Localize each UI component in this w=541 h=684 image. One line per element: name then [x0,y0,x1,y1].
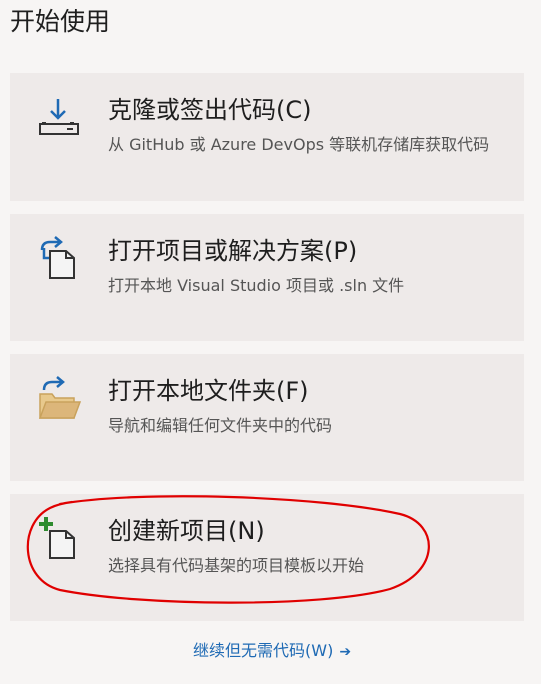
start-page: 开始使用 克隆或签出代码(C) 从 GitHub 或 Azure DevOps … [0,0,541,684]
card-title: 克隆或签出代码(C) [108,96,312,124]
continue-without-code-link[interactable]: 继续但无需代码(W) ➔ [193,640,351,663]
card-description: 从 GitHub 或 Azure DevOps 等联机存储库获取代码 [108,135,490,154]
new-project-card[interactable]: 创建新项目(N) 选择具有代码基架的项目模板以开始 [10,494,524,621]
open-folder-icon [36,376,84,424]
continue-label: 继续但无需代码(W) [193,641,334,660]
card-description: 选择具有代码基架的项目模板以开始 [108,556,365,575]
card-description: 打开本地 Visual Studio 项目或 .sln 文件 [108,276,405,295]
card-title: 创建新项目(N) [108,517,265,545]
card-title: 打开本地文件夹(F) [108,377,309,405]
clone-download-icon [36,95,84,143]
card-title: 打开项目或解决方案(P) [108,237,358,265]
new-project-icon [36,514,84,562]
arrow-right-icon: ➔ [339,644,352,660]
open-project-icon [36,234,84,282]
open-project-card[interactable]: 打开项目或解决方案(P) 打开本地 Visual Studio 项目或 .sln… [10,214,524,341]
page-title: 开始使用 [10,7,111,36]
open-folder-card[interactable]: 打开本地文件夹(F) 导航和编辑任何文件夹中的代码 [10,354,524,481]
clone-repository-card[interactable]: 克隆或签出代码(C) 从 GitHub 或 Azure DevOps 等联机存储… [10,73,524,201]
card-description: 导航和编辑任何文件夹中的代码 [108,416,333,435]
